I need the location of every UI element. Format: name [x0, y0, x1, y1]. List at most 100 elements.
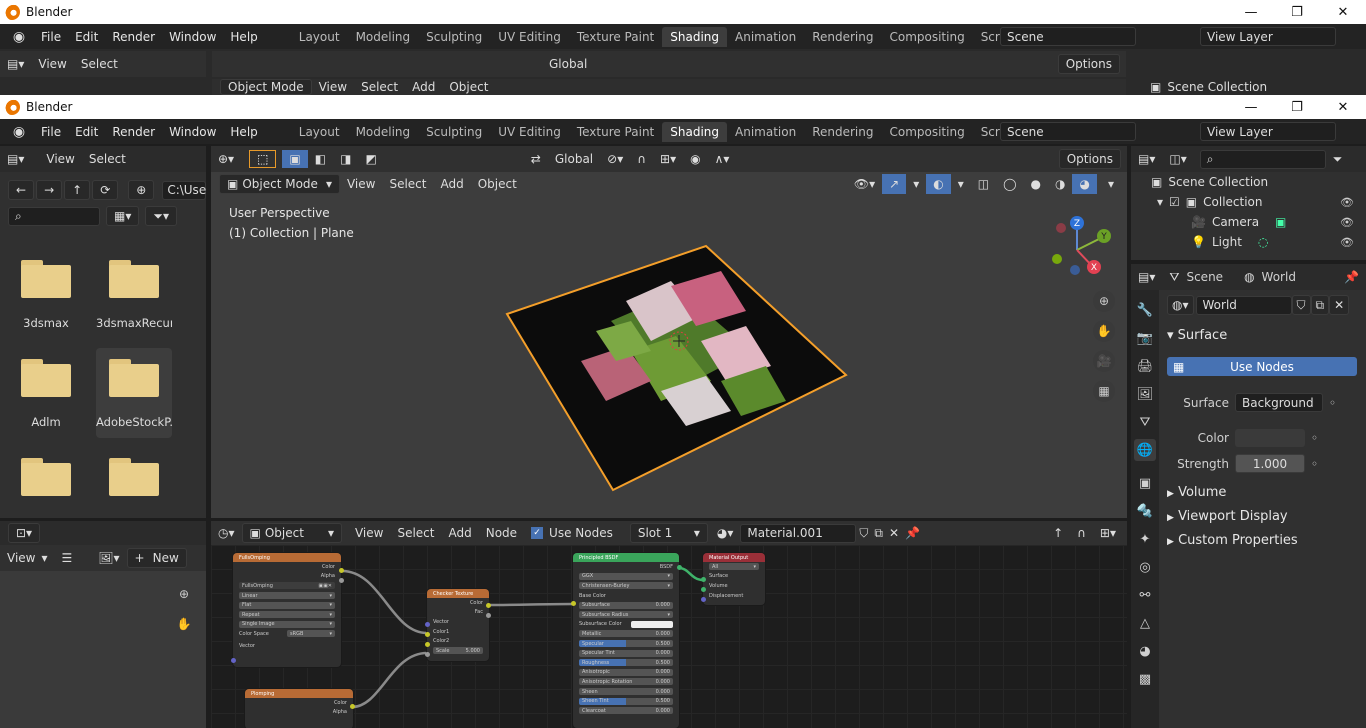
extension-dropdown[interactable]: Repeat ▾: [239, 611, 335, 619]
image-view-menu[interactable]: View ▾: [0, 548, 55, 568]
duplicate-datablock-icon[interactable]: ⧉: [1310, 295, 1330, 315]
maximize-button[interactable]: ❐: [1274, 95, 1320, 119]
fake-user-shield-icon[interactable]: ⛉: [856, 523, 871, 543]
back-menu-view[interactable]: View: [312, 79, 354, 95]
back-orientation-dropdown[interactable]: Global: [542, 54, 594, 74]
world-name-field[interactable]: World: [1195, 295, 1292, 315]
maximize-button[interactable]: ❐: [1274, 0, 1320, 24]
image-texture-node[interactable]: Plomping Color Alpha: [245, 689, 353, 728]
outliner-collection[interactable]: ▾ ☑ ▣ Collection 👁: [1131, 192, 1366, 212]
displacement-input-socket[interactable]: [701, 597, 706, 602]
refresh-icon[interactable]: ⟳: [92, 180, 119, 200]
menu-help[interactable]: Help: [223, 30, 264, 44]
blender-menu-icon[interactable]: ◉: [8, 26, 30, 48]
slot-dropdown[interactable]: Slot 1 ▾: [629, 523, 708, 543]
shader-node-editor[interactable]: ◷▾ ▣ Object ▾ View Select Add Node ✓ Use No…: [211, 521, 1127, 728]
surface-input-socket[interactable]: [701, 577, 706, 582]
constraint-settings-icon[interactable]: ⚯: [1134, 584, 1156, 606]
color-space-dropdown[interactable]: sRGB ▾: [287, 630, 335, 638]
strength-socket-icon[interactable]: ◦: [1311, 457, 1318, 471]
breadcrumb-world[interactable]: World: [1262, 270, 1296, 284]
outliner-search-input[interactable]: ⌕: [1199, 149, 1326, 169]
options-button[interactable]: Options: [1058, 149, 1121, 169]
3d-viewport[interactable]: ⊕▾ ⬚ ▣ ◧ ◨ ◩ ⇄ Global ⊘▾ ∩ ⊞▾ ◉ ∧▾ Optio…: [211, 146, 1127, 518]
anisotropic-rotation-field[interactable]: Anisotropic Rotation 0.000: [579, 678, 673, 686]
node-menu-select[interactable]: Select: [390, 523, 441, 543]
clearcoat-field[interactable]: Clearcoat 0.000: [579, 707, 673, 715]
parent-dir-icon[interactable]: ↑: [64, 180, 91, 200]
minimize-button[interactable]: —: [1228, 95, 1274, 119]
metallic-field[interactable]: Metallic 0.000: [579, 630, 673, 638]
zoom-icon[interactable]: ⊕: [173, 583, 195, 605]
back-select-menu[interactable]: Select: [74, 54, 125, 74]
xray-icon[interactable]: ◫: [971, 174, 996, 194]
custom-properties-panel-header[interactable]: ▶ Custom Properties: [1167, 533, 1298, 548]
gizmo-dropdown-icon[interactable]: ▾: [906, 174, 926, 194]
image-browse-icon[interactable]: 🖼▾: [91, 548, 126, 568]
back-arrow-icon[interactable]: ←: [8, 180, 35, 200]
eye-icon[interactable]: 👁: [1340, 216, 1354, 229]
duplicate-material-icon[interactable]: ⧉: [871, 523, 886, 543]
light-data-icon[interactable]: ◌: [1258, 235, 1268, 249]
back-menu-add[interactable]: Add: [405, 79, 442, 95]
modifier-settings-icon[interactable]: 🔩: [1134, 500, 1156, 522]
shading-material-icon[interactable]: ◑: [1048, 174, 1072, 194]
select-mode-subtract-icon[interactable]: ◨: [333, 149, 358, 169]
image-selector[interactable]: FullsOmping ▣▣✕: [239, 582, 335, 590]
world-settings-icon[interactable]: 🌐: [1134, 439, 1156, 461]
output-socket[interactable]: [350, 704, 355, 709]
menu-file[interactable]: File: [34, 30, 68, 44]
select-mode-invert-icon[interactable]: ◩: [358, 149, 383, 169]
gizmo-toggle-icon[interactable]: ↗: [882, 174, 907, 194]
falloff-icon[interactable]: ∧▾: [708, 149, 737, 169]
editor-type-icon[interactable]: ▤▾: [1131, 149, 1162, 169]
editor-type-icon[interactable]: ▤▾: [0, 149, 31, 169]
view-layer-selector[interactable]: View Layer: [1200, 122, 1336, 141]
tab-rendering[interactable]: Rendering: [804, 27, 881, 47]
menu-window[interactable]: Window: [162, 125, 223, 139]
menu-render[interactable]: Render: [105, 30, 162, 44]
output-socket[interactable]: [339, 568, 344, 573]
outliner-camera[interactable]: 🎥 Camera ▣ 👁: [1131, 212, 1366, 232]
back-mode-dropdown[interactable]: Object Mode: [220, 79, 312, 95]
distribution-dropdown[interactable]: GGX ▾: [579, 572, 673, 580]
eye-icon[interactable]: 👁: [1340, 196, 1354, 209]
output-socket[interactable]: [486, 603, 491, 608]
camera-view-icon[interactable]: 🎥: [1093, 350, 1115, 372]
tab-uv-editing[interactable]: UV Editing: [490, 27, 569, 47]
specular-tint-field[interactable]: Specular Tint 0.000: [579, 649, 673, 657]
image-texture-node[interactable]: FullsOmping Color Alpha FullsOmping ▣▣✕ L…: [233, 553, 341, 667]
checkbox-icon[interactable]: ☑: [1169, 195, 1180, 209]
eye-icon[interactable]: 👁: [1340, 236, 1354, 249]
disclosure-triangle-icon[interactable]: ▾: [1157, 195, 1163, 209]
input-socket[interactable]: [425, 642, 430, 647]
tab-layout[interactable]: Layout: [291, 122, 348, 142]
back-options-button[interactable]: Options: [1057, 54, 1120, 74]
pan-hand-icon[interactable]: ✋: [1093, 320, 1115, 342]
file-search-input[interactable]: ⌕: [8, 206, 100, 226]
menu-file[interactable]: File: [34, 125, 68, 139]
surface-panel-header[interactable]: ▾ Surface: [1167, 328, 1227, 343]
overlay-dropdown-icon[interactable]: ▾: [951, 174, 971, 194]
viewport-display-panel-header[interactable]: ▶ Viewport Display: [1167, 509, 1288, 524]
editor-type-icon[interactable]: ▤▾: [1131, 267, 1162, 287]
strength-field[interactable]: 1.000: [1235, 454, 1305, 473]
volume-input-socket[interactable]: [701, 587, 706, 592]
node-canvas[interactable]: FullsOmping Color Alpha FullsOmping ▣▣✕ L…: [211, 545, 1127, 728]
base-color-socket[interactable]: [571, 601, 576, 606]
display-mode-icon[interactable]: ◫▾: [1162, 149, 1193, 169]
menu-object[interactable]: Object: [471, 174, 524, 194]
node-menu-node[interactable]: Node: [479, 523, 524, 543]
filter-icon[interactable]: ⏷: [1326, 149, 1350, 169]
node-menu-view[interactable]: View: [348, 523, 390, 543]
subsurface-radius-dropdown[interactable]: Subsurface Radius ▾: [579, 611, 673, 619]
proportional-edit-icon[interactable]: ◉: [683, 149, 707, 169]
folder-item[interactable]: Adlm: [8, 359, 84, 449]
material-browse-icon[interactable]: ◕▾: [710, 523, 741, 543]
back-outliner-root[interactable]: ▣ Scene Collection: [1150, 79, 1267, 95]
sheen-tint-field[interactable]: Sheen Tint 0.500: [579, 697, 673, 705]
output-socket[interactable]: [486, 613, 491, 618]
specular-field[interactable]: Specular 0.500: [579, 640, 673, 648]
menu-select[interactable]: Select: [382, 174, 433, 194]
object-data-icon[interactable]: △: [1134, 612, 1156, 634]
